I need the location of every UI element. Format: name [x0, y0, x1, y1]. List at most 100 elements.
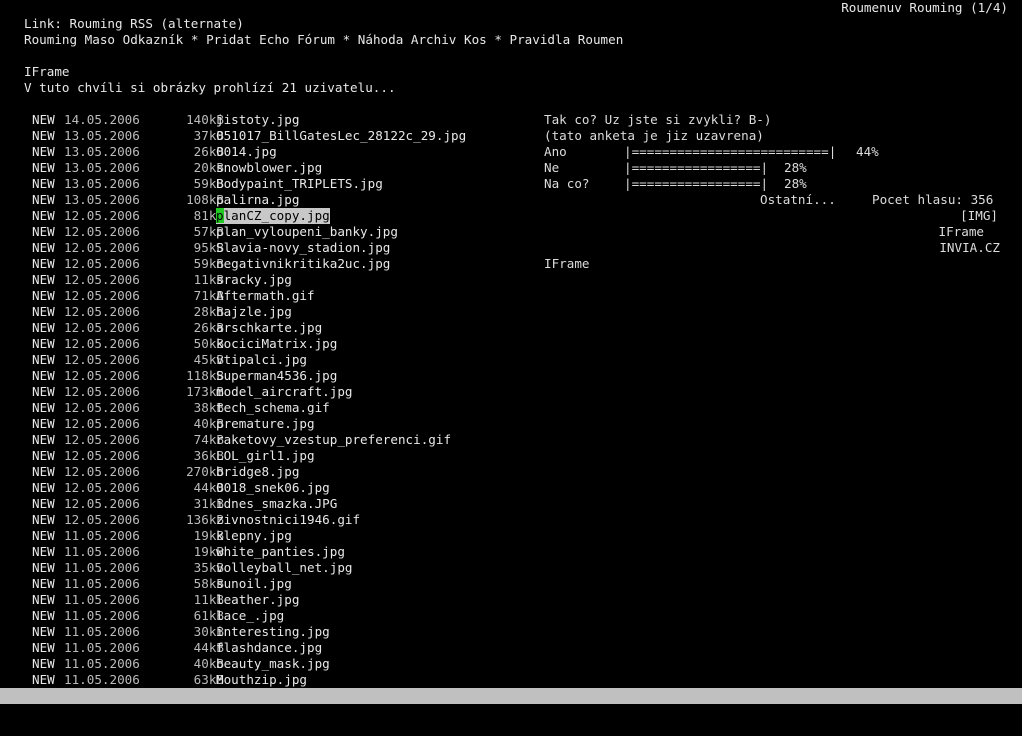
- new-badge: NEW: [32, 160, 55, 175]
- file-link[interactable]: lace_.jpg: [216, 608, 284, 624]
- file-date: 12.05.2006: [64, 272, 140, 287]
- file-size: 108kB: [186, 192, 224, 207]
- nav-link-pravidla[interactable]: Pravidla: [510, 32, 571, 47]
- file-link-selected[interactable]: planCZ_copy.jpg: [216, 208, 330, 224]
- file-link[interactable]: Mouthzip.jpg: [216, 672, 307, 688]
- file-link[interactable]: interesting.jpg: [216, 624, 330, 640]
- file-link[interactable]: premature.jpg: [216, 416, 315, 432]
- file-link[interactable]: white_panties.jpg: [216, 544, 345, 560]
- file-link-rest: lanCZ_copy.jpg: [223, 208, 330, 223]
- status-url: http://kecy.roumen.cz/roumingShow.php?fi…: [2, 704, 442, 719]
- file-date: 12.05.2006: [64, 448, 140, 463]
- file-size: 44kB: [193, 640, 224, 655]
- file-link[interactable]: sracky.jpg: [216, 272, 292, 288]
- nav-separator: *: [190, 32, 199, 47]
- file-size: 19kB: [193, 544, 224, 559]
- new-badge: NEW: [32, 176, 55, 191]
- file-link[interactable]: Slavia-novy_stadion.jpg: [216, 240, 390, 256]
- new-badge: NEW: [32, 192, 55, 207]
- file-date: 12.05.2006: [64, 240, 140, 255]
- file-link[interactable]: tech_schema.gif: [216, 400, 330, 416]
- file-link[interactable]: flashdance.jpg: [216, 640, 322, 656]
- nav-link-echo[interactable]: Echo: [259, 32, 289, 47]
- nav-link-roumen[interactable]: Roumen: [578, 32, 624, 47]
- new-badge: NEW: [32, 288, 55, 303]
- nav-link-rouming[interactable]: Rouming: [24, 32, 77, 47]
- nav-link-fórum[interactable]: Fórum: [297, 32, 335, 47]
- file-link[interactable]: Superman4536.jpg: [216, 368, 337, 384]
- text-cursor: p: [216, 208, 224, 223]
- file-size: 31kB: [193, 496, 224, 511]
- poll-other-link[interactable]: Ostatní...: [760, 192, 836, 208]
- file-link[interactable]: zivnostnici1946.gif: [216, 512, 360, 528]
- rss-link-line[interactable]: Link: Rouming RSS (alternate): [24, 16, 244, 32]
- file-link[interactable]: plan_vyloupeni_banky.jpg: [216, 224, 398, 240]
- new-badge: NEW: [32, 672, 55, 687]
- iframe-link-2[interactable]: IFrame: [544, 256, 590, 272]
- poll-answer-percent: 28%: [784, 160, 807, 175]
- nav-link-náhoda[interactable]: Náhoda: [358, 32, 404, 47]
- file-link[interactable]: jistoty.jpg: [216, 112, 299, 128]
- file-size: 57kB: [193, 224, 224, 239]
- invia-link[interactable]: INVIA.CZ: [939, 240, 1000, 256]
- file-link[interactable]: arschkarte.jpg: [216, 320, 322, 336]
- file-link[interactable]: 0014.jpg: [216, 144, 277, 160]
- new-badge: NEW: [32, 352, 55, 367]
- file-link[interactable]: beauty_mask.jpg: [216, 656, 330, 672]
- file-link[interactable]: model_aircraft.jpg: [216, 384, 352, 400]
- file-link[interactable]: 0018_snek06.jpg: [216, 480, 330, 496]
- file-size: 38kB: [193, 400, 224, 415]
- new-badge: NEW: [32, 320, 55, 335]
- file-date: 11.05.2006: [64, 544, 140, 559]
- new-badge: NEW: [32, 480, 55, 495]
- img-link[interactable]: [IMG]: [960, 208, 998, 224]
- nav-link-kos[interactable]: Kos: [464, 32, 487, 47]
- file-date: 12.05.2006: [64, 208, 140, 223]
- file-link[interactable]: palirna.jpg: [216, 192, 299, 208]
- file-date: 12.05.2006: [64, 352, 140, 367]
- new-badge: NEW: [32, 640, 55, 655]
- file-date: 11.05.2006: [64, 640, 140, 655]
- file-link[interactable]: 051017_BillGatesLec_28122c_29.jpg: [216, 128, 466, 144]
- file-link[interactable]: Bodypaint_TRIPLETS.jpg: [216, 176, 383, 192]
- file-date: 12.05.2006: [64, 336, 140, 351]
- file-date: 12.05.2006: [64, 512, 140, 527]
- file-link[interactable]: raketovy_vzestup_preferenci.gif: [216, 432, 451, 448]
- main-nav: Rouming Maso Odkazník * Pridat Echo Fóru…: [24, 32, 623, 48]
- file-link[interactable]: leather.jpg: [216, 592, 299, 608]
- file-date: 12.05.2006: [64, 496, 140, 511]
- nav-separator: *: [342, 32, 351, 47]
- new-badge: NEW: [32, 496, 55, 511]
- file-link[interactable]: klepny.jpg: [216, 528, 292, 544]
- file-size: 26kB: [193, 144, 224, 159]
- window-title: Roumenuv Rouming (1/4): [841, 0, 1008, 15]
- viewers-count-text: V tuto chvíli si obrázky prohlízí 21 uzi…: [24, 80, 396, 95]
- new-badge: NEW: [32, 112, 55, 127]
- file-link[interactable]: volleyball_net.jpg: [216, 560, 352, 576]
- nav-link-odkazník[interactable]: Odkazník: [123, 32, 184, 47]
- nav-link-pridat[interactable]: Pridat: [206, 32, 252, 47]
- new-badge: NEW: [32, 448, 55, 463]
- new-badge: NEW: [32, 432, 55, 447]
- new-badge: NEW: [32, 272, 55, 287]
- nav-link-archiv[interactable]: Archiv: [411, 32, 457, 47]
- file-date: 12.05.2006: [64, 416, 140, 431]
- file-link[interactable]: hajzle.jpg: [216, 304, 292, 320]
- iframe-link[interactable]: IFrame: [939, 224, 985, 240]
- iframe-label[interactable]: IFrame: [24, 64, 70, 80]
- file-link[interactable]: vtipalci.jpg: [216, 352, 307, 368]
- file-link[interactable]: kociciMatrix.jpg: [216, 336, 337, 352]
- file-link[interactable]: snowblower.jpg: [216, 160, 322, 176]
- file-date: 11.05.2006: [64, 576, 140, 591]
- poll-answer-bar: |=================|: [624, 176, 769, 191]
- file-link[interactable]: negativnikritika2uc.jpg: [216, 256, 390, 272]
- file-link[interactable]: sunoil.jpg: [216, 576, 292, 592]
- file-link[interactable]: idnes_smazka.JPG: [216, 496, 337, 512]
- file-link[interactable]: LOL_girl1.jpg: [216, 448, 315, 464]
- file-size: 81kB: [193, 208, 224, 223]
- file-link[interactable]: bridge8.jpg: [216, 464, 299, 480]
- nav-link-maso[interactable]: Maso: [85, 32, 115, 47]
- file-date: 12.05.2006: [64, 224, 140, 239]
- file-link[interactable]: Aftermath.gif: [216, 288, 315, 304]
- new-badge: NEW: [32, 144, 55, 159]
